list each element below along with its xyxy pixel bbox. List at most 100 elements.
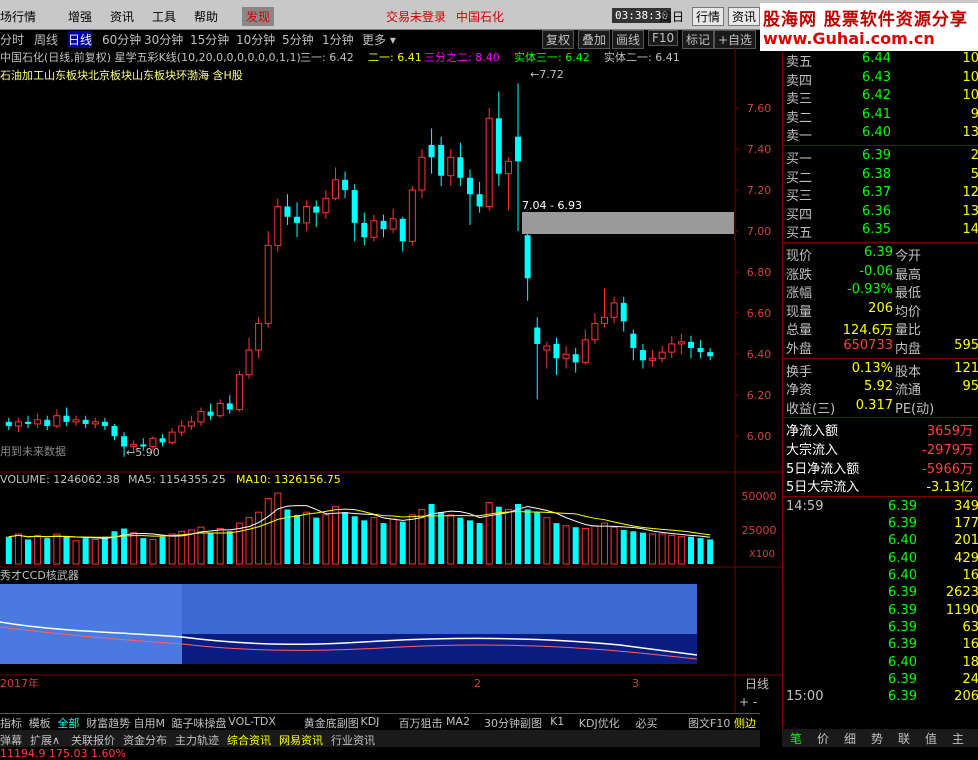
period-tab[interactable]: 10分钟 [236, 31, 275, 48]
panel-tab[interactable]: 细 [844, 730, 856, 747]
volume-bar [630, 531, 637, 564]
volume-bar [130, 532, 138, 565]
panel-tab[interactable]: 联 [898, 730, 910, 747]
chart-title: 中国石化(日线,前复权) 星学五彩K线(10,20,0,0,0,0,0,0,1,… [0, 50, 301, 64]
panel-tab[interactable]: 价 [817, 730, 829, 747]
indicator-tab[interactable]: 自用M [134, 715, 166, 731]
panel-tab[interactable]: 势 [871, 730, 883, 747]
flow-row: 5日净流入额 -5966万 [783, 458, 978, 477]
candle-body [245, 349, 253, 376]
toolbar-button[interactable]: F10 [648, 30, 679, 46]
f10-button[interactable]: 图文F10 [688, 715, 730, 731]
info-tab[interactable]: 主力轨迹 [175, 732, 219, 748]
info-tab[interactable]: 扩展∧ [30, 732, 60, 748]
menu-help[interactable]: 帮助 [194, 8, 218, 25]
volume-bar [351, 516, 358, 564]
indicator-tab[interactable]: 黄金底副图 [304, 715, 359, 731]
bid-row[interactable]: 买二 6.38 5 [783, 167, 978, 186]
indicator-tab[interactable]: 模板 [29, 715, 51, 731]
volume-bar [44, 538, 51, 564]
indicator-tab[interactable]: 财富趋势 [86, 715, 130, 731]
period-tab[interactable]: 周线 [34, 31, 58, 48]
volume-bar [572, 527, 579, 564]
indicator-tab[interactable]: 必买 [636, 715, 658, 731]
indicator-tab[interactable]: K1 [550, 715, 564, 728]
period-tab[interactable]: 15分钟 [190, 31, 229, 48]
bid-row[interactable]: 买四 6.36 13 [783, 204, 978, 223]
separator [783, 145, 978, 146]
info-tab[interactable]: 行业资讯 [331, 732, 375, 748]
indicator-tab[interactable]: 指标 [0, 715, 22, 731]
indicator-tab[interactable]: 踮子味操盘 [172, 715, 227, 731]
indicator-tab[interactable]: KDJ优化 [579, 715, 620, 731]
tick-volume: 63 [962, 619, 978, 635]
stat-row: 现量 206 均价 [783, 301, 978, 320]
quote-volume: 10 [962, 88, 978, 104]
ask-row[interactable]: 卖五 6.44 10 [783, 51, 978, 70]
period-tab[interactable]: 60分钟 [102, 31, 141, 48]
ask-row[interactable]: 卖二 6.41 9 [783, 107, 978, 126]
candle-body [226, 403, 233, 410]
indicator-readout: 三一: 6.42 [300, 51, 354, 64]
indicator-tab[interactable]: VOL-TDX [228, 715, 276, 728]
kline-chart[interactable]: 6.00 6.20 6.40 6.60 6.80 7.00 7.20 7.40 7.60 中国石化… [0, 47, 782, 713]
volume-bar [504, 508, 512, 565]
panel-tabs: 笔价细势联值主 [782, 729, 978, 747]
tick-price: 6.39 [888, 619, 917, 635]
bid-row[interactable]: 买三 6.37 12 [783, 185, 978, 204]
volume-bar [389, 518, 397, 565]
stat-label: 今开 [895, 249, 922, 264]
volume-bar [25, 539, 32, 564]
range-box [522, 212, 734, 234]
stat-value: 121 [954, 360, 978, 376]
volume-bar [140, 538, 147, 564]
tick-row: 6.39 24 [783, 672, 978, 689]
info-tab[interactable]: 关联报价 [71, 732, 115, 748]
quote-price: 6.35 [862, 222, 891, 238]
ask-row[interactable]: 卖四 6.43 10 [783, 70, 978, 89]
flow-label: 净流入额 [786, 424, 839, 440]
indicator-tab[interactable]: KDJ [361, 715, 380, 728]
period-tab[interactable]: 日线 [68, 31, 93, 48]
candle-body [284, 206, 291, 217]
period-tab[interactable]: 30分钟 [144, 31, 183, 48]
menu-enhance[interactable]: 增强 [68, 8, 92, 25]
period-tab[interactable]: 1分钟 [322, 31, 354, 48]
volume-bar [121, 528, 128, 564]
indicator-tab[interactable]: 百万狙击 [399, 715, 443, 731]
brand-name: 股海网 股票软件资源分享 [763, 10, 968, 30]
zoom-buttons: + - [739, 695, 757, 709]
period-tab[interactable]: 更多 ▾ [362, 31, 396, 48]
candle-body [428, 144, 435, 158]
indicator-tab[interactable]: 全部 [57, 715, 79, 731]
info-tab[interactable]: 综合资讯 [227, 732, 271, 748]
ask-row[interactable]: 卖三 6.42 10 [783, 88, 978, 107]
candle-body [264, 244, 272, 324]
indicator-tab[interactable]: MA2 [446, 715, 470, 728]
menu-discover[interactable]: 发现 [242, 7, 275, 26]
bid-row[interactable]: 买五 6.35 14 [783, 222, 978, 241]
menu-tools[interactable]: 工具 [152, 8, 176, 25]
info-tab[interactable]: 资金分布 [123, 732, 167, 748]
menu-info[interactable]: 资讯 [110, 8, 134, 25]
indicator-name: 秀才CCD核武器 [0, 568, 79, 582]
stat-row: 涨幅 -0.93% 最低 [783, 282, 978, 301]
bid-row[interactable]: 买一 6.39 2 [783, 148, 978, 167]
period-tab[interactable]: 分时 [0, 31, 24, 48]
panel-tab[interactable]: 主 [952, 730, 964, 747]
volume-bar [63, 536, 70, 564]
ask-row[interactable]: 卖一 6.40 13 [783, 125, 978, 144]
volume-bar [620, 529, 627, 564]
tick-volume: 16 [962, 568, 978, 583]
period-tab[interactable]: 5分钟 [282, 31, 314, 48]
quote-button[interactable]: 行情 [692, 7, 725, 26]
volume-bar [34, 534, 42, 565]
menu-market[interactable]: 场行情 [0, 8, 36, 25]
indicator-tab[interactable]: 30分钟副图 [484, 715, 542, 731]
panel-tab[interactable]: 值 [925, 730, 937, 747]
info-button[interactable]: 资讯 [728, 7, 761, 26]
tick-row: 6.39 2623 [783, 585, 978, 602]
info-tab[interactable]: 弹幕 [0, 732, 22, 748]
panel-tab[interactable]: 笔 [790, 730, 802, 747]
info-tab[interactable]: 网易资讯 [279, 732, 323, 748]
